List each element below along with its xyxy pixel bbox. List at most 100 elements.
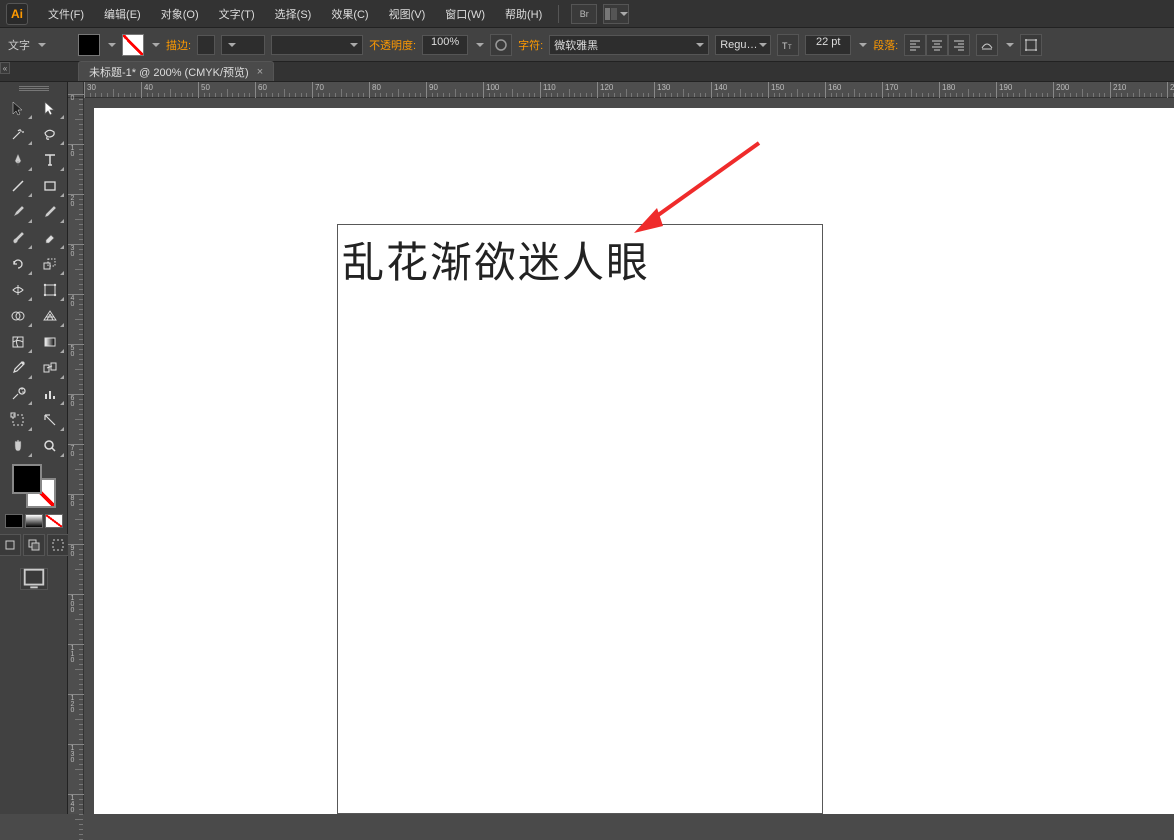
arrange-documents-button[interactable]	[603, 4, 629, 24]
screen-mode-button[interactable]	[20, 568, 48, 590]
menu-effect[interactable]: 效果(C)	[321, 2, 378, 26]
lasso-tool[interactable]	[35, 122, 65, 146]
type-tool[interactable]	[35, 148, 65, 172]
ruler-tick: 10	[68, 144, 84, 145]
stroke-weight-field[interactable]	[197, 35, 215, 55]
ruler-tick: 130	[68, 744, 84, 745]
menu-window[interactable]: 窗口(W)	[435, 2, 495, 26]
draw-normal-button[interactable]	[0, 534, 21, 556]
font-style-value: Regu…	[720, 39, 757, 51]
app-logo: Ai	[6, 3, 28, 25]
color-mode-gradient[interactable]	[25, 514, 43, 528]
paragraph-align-group	[904, 34, 970, 56]
make-envelope-button[interactable]	[976, 34, 998, 56]
align-left-button[interactable]	[904, 34, 926, 56]
shape-builder-tool[interactable]	[3, 304, 33, 328]
menu-view[interactable]: 视图(V)	[379, 2, 436, 26]
stroke-weight-select[interactable]	[221, 35, 265, 55]
panel-collapse-grip[interactable]: «	[0, 62, 10, 74]
menu-file[interactable]: 文件(F)	[38, 2, 94, 26]
font-size-icon: TT	[777, 34, 799, 56]
font-size-dropdown-icon[interactable]	[857, 40, 867, 50]
variable-width-profile[interactable]	[271, 35, 363, 55]
direct-selection-tool[interactable]	[35, 96, 65, 120]
rotate-tool[interactable]	[3, 252, 33, 276]
menu-select[interactable]: 选择(S)	[265, 2, 322, 26]
symbol-sprayer-tool[interactable]	[3, 382, 33, 406]
opacity-label[interactable]: 不透明度:	[369, 37, 416, 53]
color-mode-solid[interactable]	[5, 514, 23, 528]
scale-tool[interactable]	[35, 252, 65, 276]
control-bar: 文字 描边: 不透明度: 100% 字符: 微软雅黑 Regu… TT 22 p…	[0, 28, 1174, 62]
ruler-tick: 80	[68, 494, 84, 495]
blend-tool[interactable]	[35, 356, 65, 380]
fill-dropdown-icon[interactable]	[106, 40, 116, 50]
text-frame[interactable]: 乱花渐欲迷人眼	[337, 224, 823, 814]
stroke-label[interactable]: 描边:	[166, 37, 191, 53]
draw-behind-button[interactable]	[23, 534, 45, 556]
pencil-tool[interactable]	[35, 200, 65, 224]
blob-brush-tool[interactable]	[3, 226, 33, 250]
bridge-button[interactable]: Br	[571, 4, 597, 24]
artboard-tool[interactable]	[3, 408, 33, 432]
menu-separator	[558, 5, 559, 23]
line-segment-tool[interactable]	[3, 174, 33, 198]
ruler-tick: 40	[68, 294, 84, 295]
font-family-field[interactable]: 微软雅黑	[549, 35, 709, 55]
font-style-field[interactable]: Regu…	[715, 35, 771, 55]
slice-tool[interactable]	[35, 408, 65, 432]
transform-panel-button[interactable]	[1020, 34, 1042, 56]
opacity-dropdown-icon[interactable]	[474, 40, 484, 50]
hand-tool[interactable]	[3, 434, 33, 458]
free-transform-tool[interactable]	[35, 278, 65, 302]
menu-object[interactable]: 对象(O)	[151, 2, 209, 26]
pen-tool[interactable]	[3, 148, 33, 172]
align-center-button[interactable]	[926, 34, 948, 56]
paintbrush-tool[interactable]	[3, 200, 33, 224]
document-tab-title: 未标题-1* @ 200% (CMYK/预览)	[89, 64, 249, 80]
stroke-swatch[interactable]	[122, 34, 144, 56]
ruler-tick: 50	[68, 344, 84, 345]
fill-color-swatch[interactable]	[12, 464, 42, 494]
text-content[interactable]: 乱花渐欲迷人眼	[338, 225, 822, 294]
color-picker[interactable]	[12, 464, 56, 508]
eyedropper-tool[interactable]	[3, 356, 33, 380]
draw-inside-button[interactable]	[47, 534, 69, 556]
align-right-button[interactable]	[948, 34, 970, 56]
stroke-dropdown-icon[interactable]	[150, 40, 160, 50]
eraser-tool[interactable]	[35, 226, 65, 250]
fill-swatch[interactable]	[78, 34, 100, 56]
mesh-tool[interactable]	[3, 330, 33, 354]
perspective-grid-tool[interactable]	[35, 304, 65, 328]
magic-wand-tool[interactable]	[3, 122, 33, 146]
annotation-arrow-icon	[629, 138, 769, 238]
font-size-field[interactable]: 22 pt	[805, 35, 851, 55]
menu-help[interactable]: 帮助(H)	[495, 2, 552, 26]
document-tab-bar: 未标题-1* @ 200% (CMYK/预览) ×	[0, 62, 1174, 82]
vertical-ruler[interactable]: 0102030405060708090100110120130140	[68, 98, 84, 814]
tools-panel	[0, 82, 68, 814]
selection-tool[interactable]	[3, 96, 33, 120]
document-tab[interactable]: 未标题-1* @ 200% (CMYK/预览) ×	[78, 61, 274, 81]
ruler-tick: 60	[68, 394, 84, 395]
ruler-tick: 140	[68, 794, 84, 795]
character-panel-label[interactable]: 字符:	[518, 37, 543, 53]
column-graph-tool[interactable]	[35, 382, 65, 406]
tool-context-label: 文字	[8, 37, 30, 53]
tools-panel-grip[interactable]	[19, 86, 49, 92]
tool-context-dropdown-icon[interactable]	[36, 40, 46, 50]
zoom-tool[interactable]	[35, 434, 65, 458]
menu-type[interactable]: 文字(T)	[209, 2, 265, 26]
opacity-field[interactable]: 100%	[422, 35, 468, 55]
width-tool[interactable]	[3, 278, 33, 302]
color-mode-none[interactable]	[45, 514, 63, 528]
menu-edit[interactable]: 编辑(E)	[94, 2, 151, 26]
rectangle-tool[interactable]	[35, 174, 65, 198]
canvas-viewport[interactable]: 乱花渐欲迷人眼	[84, 98, 1174, 814]
close-tab-icon[interactable]: ×	[257, 66, 263, 78]
envelope-dropdown-icon[interactable]	[1004, 40, 1014, 50]
recolor-artwork-button[interactable]	[490, 34, 512, 56]
gradient-tool[interactable]	[35, 330, 65, 354]
paragraph-panel-label[interactable]: 段落:	[873, 37, 898, 53]
font-family-value: 微软雅黑	[554, 37, 598, 53]
